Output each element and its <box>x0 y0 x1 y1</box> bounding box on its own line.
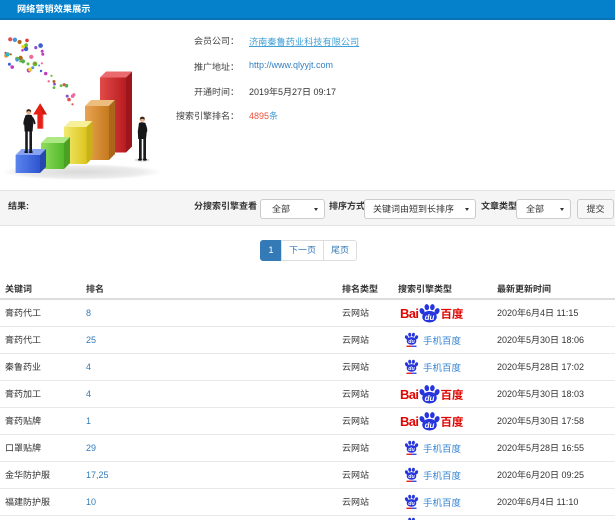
svg-text:du: du <box>425 421 435 430</box>
svg-text:du: du <box>408 366 415 372</box>
svg-text:du: du <box>425 313 435 322</box>
svg-text:du: du <box>408 339 415 345</box>
svg-text:du: du <box>408 501 415 507</box>
svg-text:du: du <box>425 394 435 403</box>
svg-text:du: du <box>408 474 415 480</box>
svg-text:du: du <box>408 447 415 453</box>
